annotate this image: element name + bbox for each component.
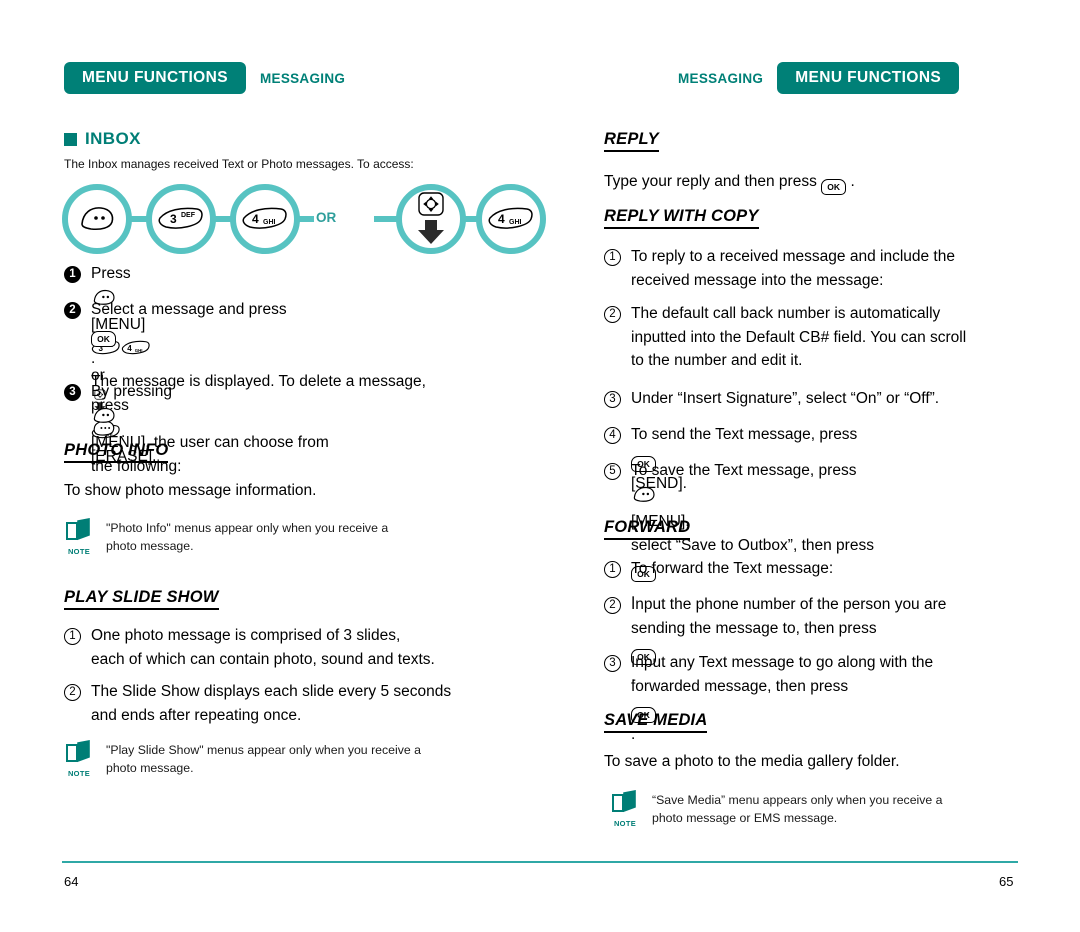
note-text: "Play Slide Show" menus appear only when… (106, 743, 421, 776)
step-number: 2 (64, 684, 81, 701)
step-text-a: Input any Text message to go along with … (631, 654, 934, 695)
header-chapter-messaging: MESSAGING (259, 70, 346, 86)
menu-key-icon (91, 406, 117, 432)
note-book-icon: NOTE (610, 790, 640, 828)
step-text-a: Input the phone number of the person you… (631, 596, 947, 637)
note-text: “Save Media” menu appears only when you … (652, 793, 943, 826)
header-chapter-messaging: MESSAGING (678, 70, 764, 86)
menu-key-icon (631, 485, 657, 511)
step-number: 2 (64, 302, 81, 319)
step-text-prefix: Press (91, 265, 131, 282)
svg-text:GHI: GHI (509, 219, 522, 226)
step-text: One photo message is comprised of 3 slid… (91, 627, 435, 668)
left-page-header: MENU FUNCTIONS MESSAGING (64, 62, 345, 94)
book-icon (66, 740, 90, 763)
step-number: 2 (604, 597, 621, 614)
flow-key-4ghi: 4 GHI (476, 184, 546, 254)
note-label: NOTE (67, 769, 91, 778)
subsection-heading-reply-with-copy: REPLY WITH COPY (604, 207, 759, 229)
step-text: The Slide Show displays each slide every… (91, 683, 452, 724)
navigation-down-key-icon (418, 192, 444, 244)
step-item-3: 3 By pressing [MENU], the user can choos… (64, 380, 514, 478)
footer-divider (62, 861, 1018, 863)
step-text: To reply to a received message and inclu… (631, 248, 955, 289)
step-number: 2 (604, 306, 621, 323)
svg-text:GHI: GHI (263, 219, 276, 226)
subsection-heading-photo-info: PHOTO INFO (64, 441, 169, 463)
right-page: MESSAGING MENU FUNCTIONS REPLY Type your… (600, 0, 1080, 932)
step-number: 1 (604, 561, 621, 578)
note-label: NOTE (67, 547, 91, 556)
flow-key-4ghi: 4 GHI (230, 184, 300, 254)
svg-text:4: 4 (498, 212, 505, 226)
flow-key-3def: 3 DEF (146, 184, 216, 254)
square-bullet-icon (64, 132, 77, 146)
step-text-line1: By pressing (91, 383, 172, 400)
ok-key-icon: OK (821, 179, 847, 195)
step-number: 3 (604, 655, 621, 672)
forward-step-1: 1 To forward the Text message: (604, 557, 1059, 581)
step-number: 1 (604, 249, 621, 266)
manual-page-spread: MENU FUNCTIONS MESSAGING INBOX The Inbox… (0, 0, 1080, 932)
reply-body-period: . (850, 173, 855, 190)
header-badge-menu-functions: MENU FUNCTIONS (64, 62, 246, 94)
reply-copy-step-3: 3 Under “Insert Signature”, select “On” … (604, 387, 1059, 411)
subsection-heading-forward: FORWARD (604, 518, 691, 540)
slide-show-step-1: 1 One photo message is comprised of 3 sl… (64, 624, 524, 671)
key-flow-diagram: 3 DEF 4 GHI OR 4 GHI (62, 182, 546, 258)
slide-show-step-2: 2 The Slide Show displays each slide eve… (64, 680, 524, 727)
book-icon (612, 790, 636, 813)
step-number: 3 (604, 391, 621, 408)
page-number-left: 64 (64, 874, 79, 889)
reply-copy-step-1: 1 To reply to a received message and inc… (604, 245, 1054, 292)
note-play-slide-show: NOTE "Play Slide Show" menus appear only… (64, 740, 524, 778)
svg-text:3: 3 (170, 212, 177, 226)
note-book-icon: NOTE (64, 518, 94, 556)
inbox-intro-text: The Inbox manages received Text or Photo… (64, 157, 414, 171)
note-label: NOTE (613, 819, 637, 828)
step-number: 1 (64, 628, 81, 645)
flow-or-label: OR (316, 210, 337, 225)
step-text: By pressing [MENU], the user can choose … (91, 380, 329, 478)
photo-info-body: To show photo message information. (64, 482, 317, 499)
note-save-media: NOTE “Save Media” menu appears only when… (610, 790, 1065, 828)
menu-key-icon (81, 207, 114, 231)
svg-text:DEF: DEF (181, 212, 196, 219)
page-number-right: 65 (999, 874, 1014, 889)
header-badge-menu-functions: MENU FUNCTIONS (777, 62, 960, 94)
step-number: 5 (604, 463, 621, 480)
step-text-line1: Select a message and press (91, 301, 287, 318)
right-page-header: MESSAGING MENU FUNCTIONS (678, 62, 960, 94)
step-text-a: To save the Text message, press (631, 462, 857, 479)
flow-key-nav-down (396, 184, 466, 254)
step-text-a: To send the Text message, press (631, 426, 858, 443)
step-text: Under “Insert Signature”, select “On” or… (631, 390, 940, 407)
left-page: MENU FUNCTIONS MESSAGING INBOX The Inbox… (60, 0, 546, 932)
section-heading-inbox: INBOX (64, 129, 141, 149)
save-media-body: To save a photo to the media gallery fol… (604, 753, 900, 770)
note-photo-info: NOTE "Photo Info" menus appear only when… (64, 518, 514, 556)
reply-copy-step-2: 2 The default call back number is automa… (604, 302, 1059, 373)
key-4-ghi-icon: 4 GHI (242, 207, 287, 229)
step-number: 3 (64, 384, 81, 401)
section-heading-label: INBOX (85, 129, 141, 148)
note-text: "Photo Info" menus appear only when you … (106, 521, 389, 554)
subsection-heading-save-media: SAVE MEDIA (604, 711, 708, 733)
step-number: 1 (64, 266, 81, 283)
step-text: To forward the Text message: (631, 560, 834, 577)
key-4-ghi-icon: 4 GHI (488, 207, 533, 229)
step-text-period: . (91, 349, 96, 367)
flow-key-menu (62, 184, 132, 254)
step-text: The default call back number is automati… (631, 305, 967, 370)
subsection-heading-reply: REPLY (604, 130, 659, 152)
step-number: 4 (604, 427, 621, 444)
ok-key-icon: OK (91, 330, 116, 347)
book-icon (66, 518, 90, 541)
note-book-icon: NOTE (64, 740, 94, 778)
key-3-def-icon: 3 DEF (158, 207, 203, 229)
reply-body: Type your reply and then press OK . (604, 170, 1054, 195)
reply-body-text: Type your reply and then press (604, 173, 817, 190)
svg-text:4: 4 (252, 212, 259, 226)
subsection-heading-play-slide-show: PLAY SLIDE SHOW (64, 588, 219, 610)
